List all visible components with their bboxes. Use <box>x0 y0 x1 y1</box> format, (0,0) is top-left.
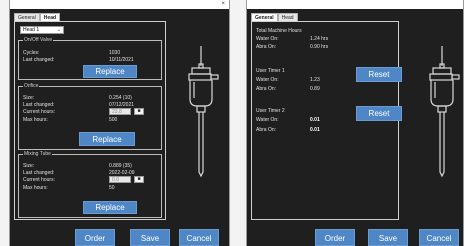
orifice-reset-hours-button[interactable]: ■ <box>134 108 144 115</box>
info-row: Abra On: 0.90 hrs <box>256 44 386 50</box>
info-row: Last changed: 10/11/2021 <box>23 57 153 63</box>
tab-general[interactable]: General <box>251 13 278 21</box>
total-hours-title: Total Machine Hours <box>256 28 302 34</box>
row-label: Cycles: <box>23 50 40 56</box>
row-value: 0.01 <box>310 117 320 123</box>
order-button[interactable]: Order <box>75 229 115 246</box>
tab-strip: General Head <box>14 13 61 21</box>
row-label: Water On: <box>256 77 279 83</box>
head-maintenance-window: × General Head Head 1 ⌄ On/Off Valve Cyc… <box>9 0 230 246</box>
cutting-head-icon <box>429 46 460 178</box>
row-label: Abra On: <box>256 127 277 133</box>
row-value: 0.89 <box>310 86 320 92</box>
tab-general[interactable]: General <box>14 13 40 21</box>
tab-head[interactable]: Head <box>277 13 298 21</box>
head-panel: Head 1 ⌄ On/Off Valve Cycles: 1030 Last … <box>14 21 166 220</box>
row-value: 0.90 hrs <box>310 44 329 50</box>
cancel-button[interactable]: Cancel <box>419 229 459 246</box>
cancel-button[interactable]: Cancel <box>179 229 219 246</box>
replace-mixing-tube-button[interactable]: Replace <box>83 201 137 214</box>
head-select[interactable]: Head 1 ⌄ <box>20 26 64 34</box>
row-value: 1.23 <box>310 77 320 83</box>
group-title: On/Off Valve <box>23 37 54 43</box>
row-value: 500 <box>109 117 118 123</box>
section-title: Total Machine Hours <box>256 28 386 34</box>
row-label: Size: <box>23 95 35 101</box>
title-bar <box>247 0 463 9</box>
row-value: 0.889 (35) <box>109 163 132 169</box>
mixing-tube-current-hours-input[interactable]: 0.0 <box>109 176 131 183</box>
row-value: 1030 <box>109 50 121 56</box>
head-select-value: Head 1 <box>23 27 40 33</box>
info-row: Abra On: 0.01 <box>256 127 386 133</box>
info-row: Size: 0.889 (35) <box>23 163 153 169</box>
cutting-head-icon <box>188 46 219 178</box>
row-label: Last changed: <box>23 170 55 176</box>
info-row: Cycles: 1030 <box>23 50 153 56</box>
info-row: Size: 0.254 (10) <box>23 95 153 101</box>
row-value: 0.01 <box>310 127 320 133</box>
row-label: Size: <box>23 163 35 169</box>
row-label: Water On: <box>256 36 279 42</box>
user-timer-2-title: User Timer 2 <box>256 108 285 114</box>
row-label: Abra On: <box>256 44 277 50</box>
save-button[interactable]: Save <box>130 229 170 246</box>
general-panel: Total Machine Hours Water On: 1.24 hrs A… <box>251 21 402 220</box>
close-icon[interactable]: × <box>221 0 225 8</box>
row-value: 1.24 hrs <box>310 36 329 42</box>
orifice-current-hours-input[interactable]: 23.8 <box>109 108 131 115</box>
row-label: Last changed: <box>23 57 55 63</box>
title-bar: × <box>10 0 229 9</box>
row-label: Max hours: <box>23 185 48 191</box>
user-timer-1-title: User Timer 1 <box>256 68 285 74</box>
row-value: 0.254 (10) <box>109 95 132 101</box>
replace-orifice-button[interactable]: Replace <box>79 132 135 146</box>
reset-timer-1-button[interactable]: Reset <box>356 67 402 82</box>
row-label: Current hours: <box>23 177 55 183</box>
row-label: Current hours: <box>23 109 55 115</box>
info-row: Max hours: 500 <box>23 117 153 123</box>
tab-head[interactable]: Head <box>39 13 61 21</box>
group-title: Orifice <box>23 83 40 89</box>
replace-valve-button[interactable]: Replace <box>83 65 137 78</box>
row-label: Last changed: <box>23 102 55 108</box>
group-title: Mixing Tube <box>23 151 52 157</box>
mixing-tube-group: Mixing Tube Size: 0.889 (35) Last change… <box>18 151 162 218</box>
chevron-down-icon: ⌄ <box>56 27 61 33</box>
row-label: Max hours: <box>23 117 48 123</box>
row-value: 10/11/2021 <box>109 57 134 63</box>
info-row: Water On: 1.24 hrs <box>256 36 386 42</box>
row-value: 50 <box>109 185 115 191</box>
general-maintenance-window: General Head Total Machine Hours Water O… <box>246 0 464 246</box>
save-button[interactable]: Save <box>368 229 408 246</box>
tab-strip: General Head <box>251 13 298 21</box>
reset-timer-2-button[interactable]: Reset <box>356 106 402 121</box>
info-row: Max hours: 50 <box>23 185 153 191</box>
info-row: Abra On: 0.89 <box>256 86 386 92</box>
onoff-valve-group: On/Off Valve Cycles: 1030 Last changed: … <box>18 37 162 80</box>
row-label: Water On: <box>256 117 279 123</box>
mixing-tube-reset-hours-button[interactable]: ■ <box>134 176 144 183</box>
orifice-group: Orifice Size: 0.254 (10) Last changed: 0… <box>18 83 162 150</box>
order-button[interactable]: Order <box>315 229 355 246</box>
row-label: Abra On: <box>256 86 277 92</box>
